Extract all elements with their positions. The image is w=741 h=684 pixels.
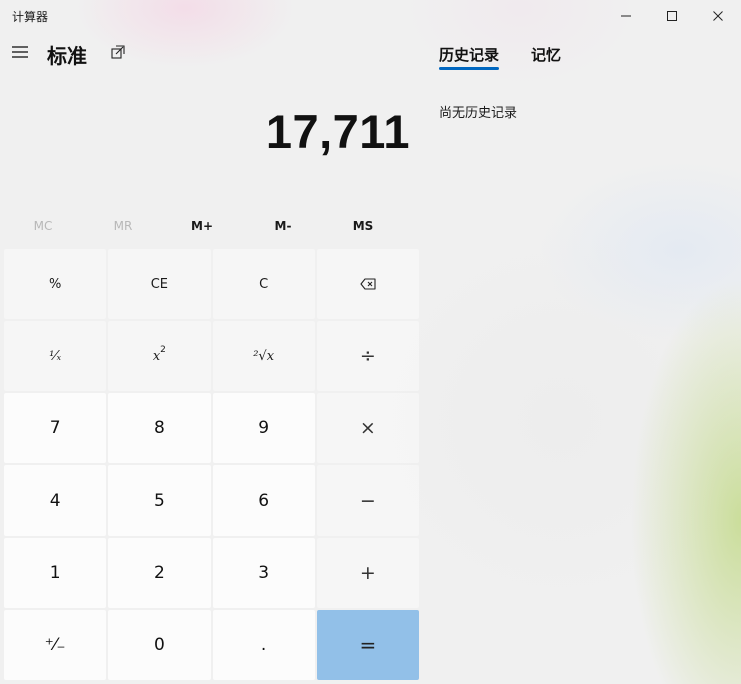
digit-9-label: 9	[258, 418, 270, 439]
close-button[interactable]	[695, 0, 741, 32]
mode-title: 标准	[47, 44, 87, 68]
square-button[interactable]: x2	[108, 321, 211, 392]
tab-memory[interactable]: 记忆	[531, 44, 561, 65]
digit-1-button[interactable]: 1	[4, 537, 107, 608]
digit-0-button[interactable]: 0	[108, 609, 211, 680]
keep-on-top-icon	[111, 45, 125, 59]
add-button[interactable]: +	[316, 537, 419, 608]
digit-5-button[interactable]: 5	[108, 465, 211, 536]
digit-0-label: 0	[153, 634, 165, 655]
digit-9-button[interactable]: 9	[212, 393, 315, 464]
square-root-button[interactable]: ²√x	[212, 321, 315, 392]
square-exponent-label: 2	[160, 345, 166, 356]
decimal-button[interactable]: .	[212, 609, 315, 680]
add-label: +	[359, 561, 376, 584]
subtract-button[interactable]: −	[316, 465, 419, 536]
keep-on-top-button[interactable]	[106, 40, 130, 64]
multiply-label: ×	[359, 417, 376, 440]
digit-5-label: 5	[153, 490, 165, 511]
digit-3-button[interactable]: 3	[212, 537, 315, 608]
reciprocal-label: ¹⁄ₓ	[49, 348, 62, 364]
digit-3-label: 3	[258, 562, 270, 583]
decimal-label: .	[260, 634, 267, 655]
equals-button[interactable]: =	[316, 609, 419, 680]
digit-6-button[interactable]: 6	[212, 465, 315, 536]
square-base-label: x	[152, 348, 161, 364]
clear-entry-label: CE	[150, 276, 169, 292]
maximize-icon	[667, 11, 677, 21]
memory-store-button[interactable]: MS	[324, 212, 402, 240]
backspace-icon	[360, 278, 376, 290]
digit-6-label: 6	[258, 490, 270, 511]
memory-clear-button[interactable]: MC	[4, 212, 82, 240]
navigation-menu-button[interactable]	[6, 38, 34, 66]
negate-label: ⁺⁄₋	[44, 634, 66, 655]
app-title: 计算器	[12, 10, 49, 24]
clear-label: C	[259, 276, 269, 292]
clear-entry-button[interactable]: CE	[108, 249, 211, 320]
digit-2-button[interactable]: 2	[108, 537, 211, 608]
keypad: % CE C ¹⁄ₓ x2 ²√x ÷ 7 8 9 × 4 5 6 − 1 2 …	[4, 249, 419, 680]
minimize-icon	[621, 15, 631, 17]
minimize-button[interactable]	[603, 0, 649, 32]
divide-label: ÷	[359, 345, 376, 368]
digit-1-label: 1	[49, 562, 61, 583]
negate-button[interactable]: ⁺⁄₋	[4, 609, 107, 680]
digit-4-button[interactable]: 4	[4, 465, 107, 536]
divide-button[interactable]: ÷	[316, 321, 419, 392]
backspace-button[interactable]	[316, 249, 419, 320]
memory-add-button[interactable]: M+	[163, 212, 241, 240]
square-root-label: ²√x	[253, 348, 275, 364]
multiply-button[interactable]: ×	[316, 393, 419, 464]
subtract-label: −	[359, 489, 376, 512]
digit-8-button[interactable]: 8	[108, 393, 211, 464]
maximize-button[interactable]	[649, 0, 695, 32]
active-tab-indicator	[439, 67, 499, 70]
result-display: 17,711	[265, 105, 410, 158]
clear-button[interactable]: C	[212, 249, 315, 320]
tab-history[interactable]: 历史记录	[439, 44, 499, 65]
memory-recall-button[interactable]: MR	[84, 212, 162, 240]
percent-button[interactable]: %	[4, 249, 107, 320]
reciprocal-button[interactable]: ¹⁄ₓ	[4, 321, 107, 392]
digit-4-label: 4	[49, 490, 61, 511]
history-empty-message: 尚无历史记录	[439, 106, 518, 121]
hamburger-menu-icon	[12, 46, 28, 58]
title-bar: 计算器	[0, 0, 741, 32]
digit-7-label: 7	[49, 418, 61, 439]
percent-label: %	[48, 276, 62, 292]
equals-label: =	[359, 632, 377, 657]
digit-2-label: 2	[153, 562, 165, 583]
memory-subtract-button[interactable]: M-	[244, 212, 322, 240]
close-icon	[713, 11, 723, 21]
digit-8-label: 8	[153, 418, 165, 439]
digit-7-button[interactable]: 7	[4, 393, 107, 464]
